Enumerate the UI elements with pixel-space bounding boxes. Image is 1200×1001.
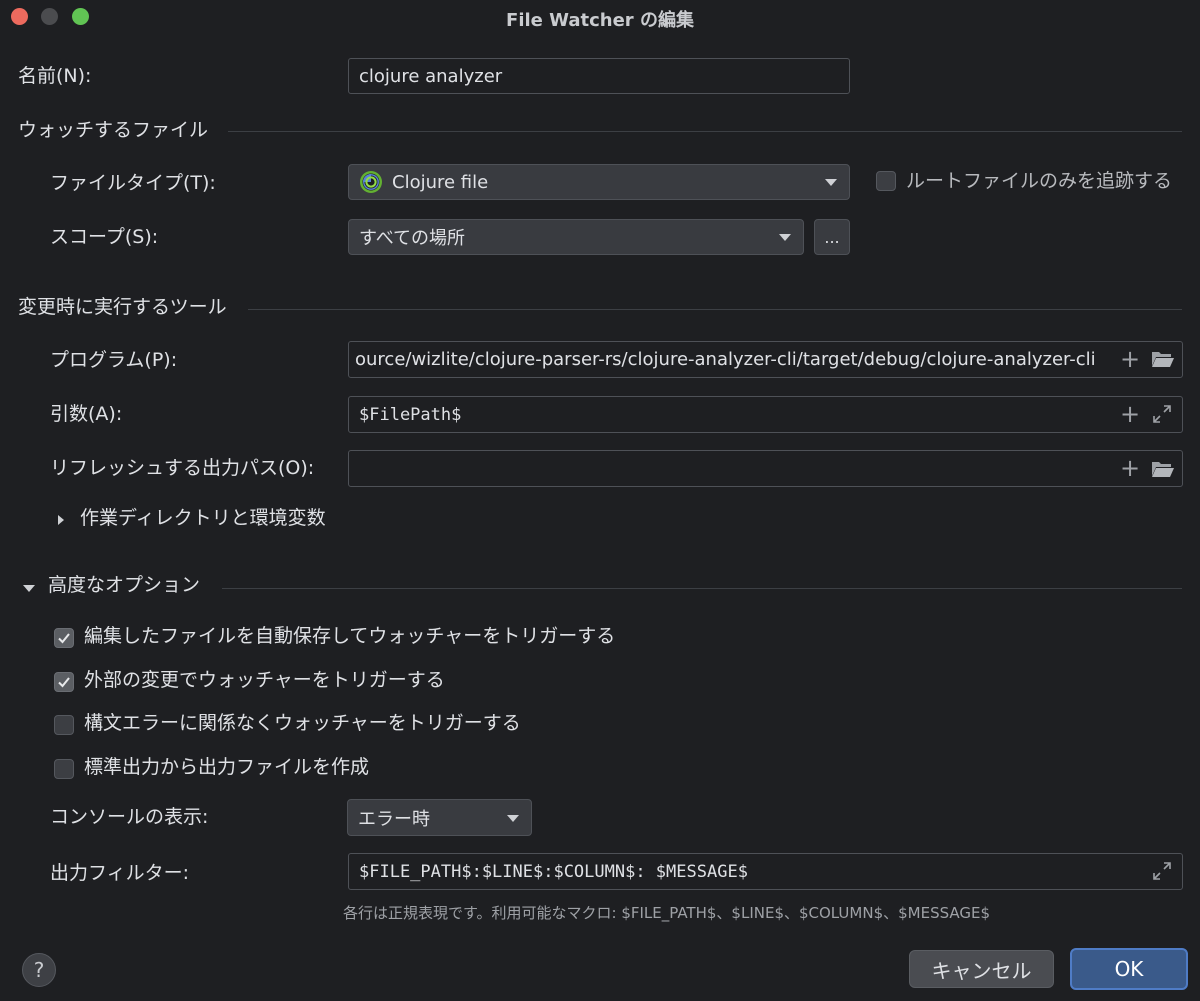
expand-icon[interactable]: [1152, 404, 1172, 424]
checkmark-icon: [58, 633, 70, 644]
option-external-change-label: 外部の変更でウォッチャーをトリガーする: [84, 669, 445, 691]
chevron-down-icon: [825, 179, 837, 186]
output-paths-label: リフレッシュする出力パス(O):: [50, 457, 315, 479]
name-input[interactable]: clojure analyzer: [348, 58, 850, 94]
console-label: コンソールの表示:: [50, 806, 209, 828]
section-divider: [222, 588, 1182, 589]
track-root-only-label: ルートファイルのみを追跡する: [906, 170, 1173, 192]
scope-label: スコープ(S):: [50, 226, 159, 248]
name-label: 名前(N):: [18, 65, 92, 87]
advanced-section-title[interactable]: 高度なオプション: [48, 570, 200, 597]
file-type-label: ファイルタイプ(T):: [50, 172, 216, 194]
file-type-dropdown[interactable]: Clojure file: [348, 164, 850, 200]
track-root-only-checkbox[interactable]: [876, 171, 896, 191]
option-stdout-output-label: 標準出力から出力ファイルを作成: [84, 756, 370, 778]
option-external-change-checkbox[interactable]: [54, 672, 74, 692]
add-macro-icon[interactable]: +: [1119, 455, 1141, 481]
scope-value: すべての場所: [359, 228, 466, 249]
watch-files-section-title: ウォッチするファイル: [18, 119, 209, 141]
program-label: プログラム(P):: [50, 349, 178, 371]
folder-open-icon[interactable]: [1151, 458, 1175, 480]
add-macro-icon[interactable]: +: [1119, 401, 1141, 427]
window-title: File Watcher の編集: [506, 10, 694, 31]
section-divider: [228, 131, 1182, 132]
section-divider: [248, 309, 1182, 310]
clojure-icon: [359, 170, 383, 194]
output-paths-input[interactable]: [348, 450, 1183, 487]
title-bar: File Watcher の編集: [0, 0, 1200, 34]
scope-more-button[interactable]: ...: [814, 219, 850, 255]
option-ignore-syntax-errors-label: 構文エラーに関係なくウォッチャーをトリガーする: [84, 712, 521, 734]
arguments-input-value: $FilePath$: [359, 404, 462, 425]
chevron-right-icon[interactable]: [56, 512, 66, 526]
arguments-input[interactable]: $FilePath$: [348, 396, 1183, 433]
help-button[interactable]: ?: [22, 953, 56, 987]
program-input-value: ource/wizlite/clojure-parser-rs/clojure-…: [355, 349, 1096, 370]
folder-open-icon[interactable]: [1151, 348, 1175, 370]
checkmark-icon: [58, 677, 70, 688]
add-macro-icon[interactable]: +: [1119, 346, 1141, 372]
option-ignore-syntax-errors-checkbox[interactable]: [54, 715, 74, 735]
cancel-button-label: キャンセル: [931, 958, 1032, 983]
arguments-label: 引数(A):: [50, 403, 123, 425]
output-filter-input[interactable]: $FILE_PATH$:$LINE$:$COLUMN$: $MESSAGE$: [348, 853, 1183, 890]
console-value: エラー時: [358, 808, 430, 830]
option-stdout-output-checkbox[interactable]: [54, 759, 74, 779]
expand-icon[interactable]: [1152, 861, 1172, 881]
ok-button[interactable]: OK: [1070, 948, 1188, 990]
option-autosave-label: 編集したファイルを自動保存してウォッチャーをトリガーする: [84, 625, 616, 647]
cancel-button[interactable]: キャンセル: [909, 950, 1054, 988]
ok-button-label: OK: [1114, 957, 1144, 981]
scope-dropdown[interactable]: すべての場所: [348, 219, 804, 255]
tool-section-title: 変更時に実行するツール: [18, 296, 227, 318]
chevron-down-icon: [779, 234, 791, 241]
program-input[interactable]: ource/wizlite/clojure-parser-rs/clojure-…: [348, 341, 1183, 378]
chevron-down-icon: [507, 814, 519, 822]
more-button-label: ...: [824, 227, 840, 247]
help-icon: ?: [33, 958, 45, 982]
working-dir-toggle[interactable]: 作業ディレクトリと環境変数: [80, 503, 326, 530]
output-filter-input-value: $FILE_PATH$:$LINE$:$COLUMN$: $MESSAGE$: [359, 861, 748, 882]
option-autosave-checkbox[interactable]: [54, 628, 74, 648]
output-filter-hint: 各行は正規表現です。利用可能なマクロ: $FILE_PATH$、$LINE$、$…: [343, 904, 991, 922]
name-input-value: clojure analyzer: [359, 65, 503, 87]
console-dropdown[interactable]: エラー時: [347, 799, 532, 836]
file-type-value: Clojure file: [392, 171, 489, 193]
output-filter-label: 出力フィルター:: [50, 862, 190, 884]
chevron-down-icon[interactable]: [22, 578, 36, 592]
